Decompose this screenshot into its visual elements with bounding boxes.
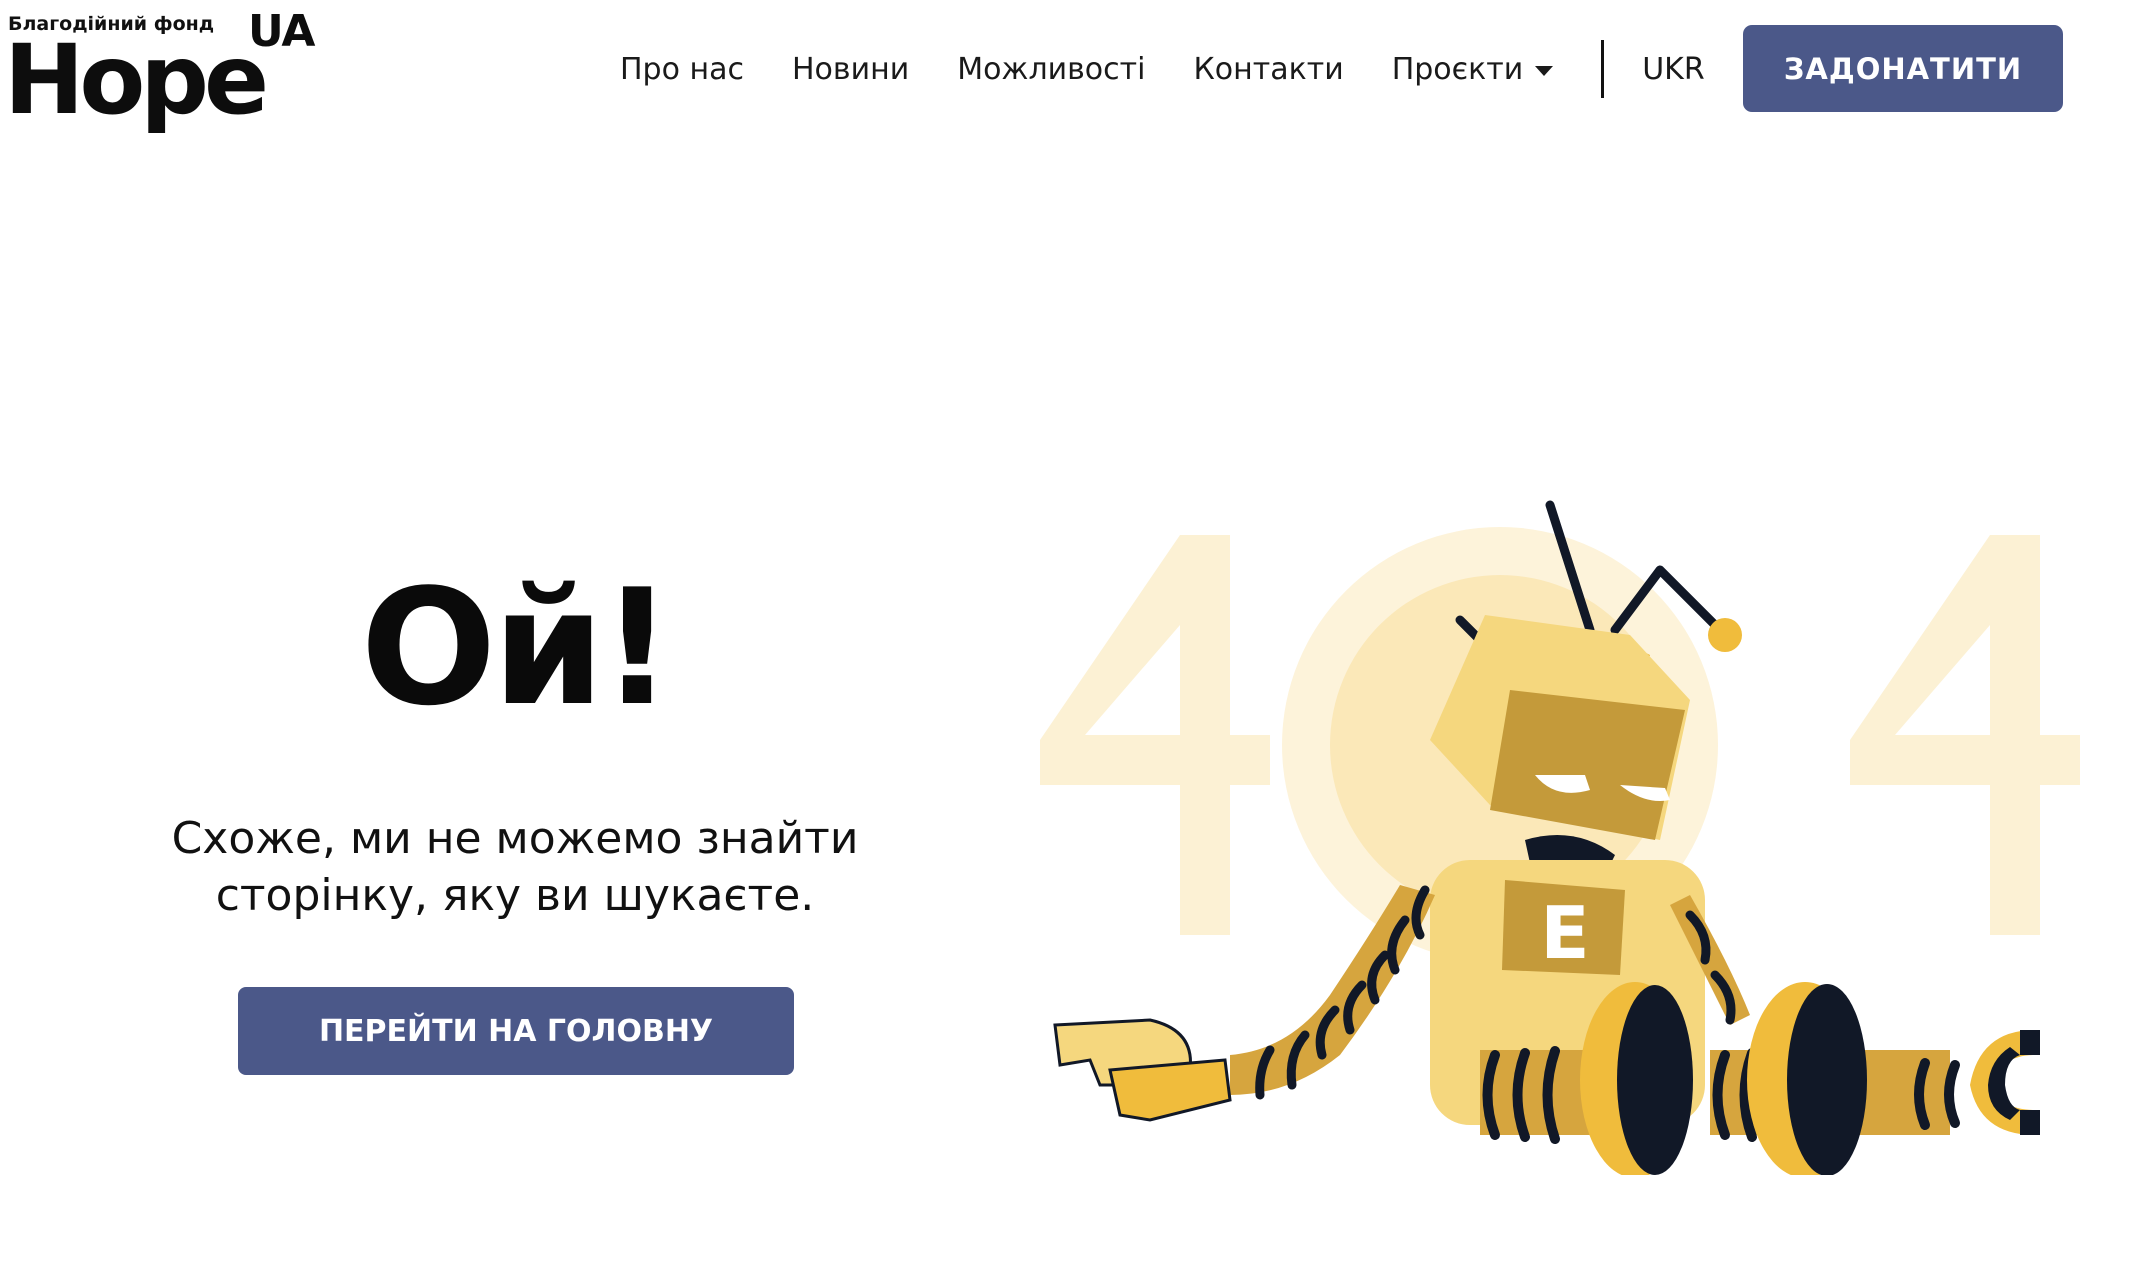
digit-four-left (1040, 535, 1270, 935)
robot-claw-right-tip-bottom (2020, 1110, 2040, 1135)
language-switcher[interactable]: UKR (1642, 52, 1704, 87)
antenna-tip (1708, 618, 1742, 652)
robot-foot-right-sole (1787, 984, 1867, 1175)
robot-claw-left-lower (1108, 1058, 1232, 1122)
go-home-button[interactable]: ПЕРЕЙТИ НА ГОЛОВНУ (238, 987, 794, 1075)
error-message-line-2: сторінку, яку ви шукаєте. (215, 870, 815, 921)
robot-claw-right-tip-top (2020, 1030, 2040, 1055)
error-message: Схоже, ми не можемо знайти сторінку, яку… (130, 810, 900, 924)
404-robot-illustration: E (1040, 500, 2080, 1175)
robot-badge-letter: E (1540, 891, 1589, 975)
nav-item-projects-label: Проєкти (1391, 51, 1524, 87)
main-nav: Про нас Новини Можливості Контакти Проєк… (620, 40, 1705, 98)
logo[interactable]: Благодійний фонд Hope UA (4, 6, 328, 135)
nav-item-opportunities[interactable]: Можливості (957, 52, 1145, 87)
nav-item-news[interactable]: Новини (792, 52, 909, 87)
nav-divider (1601, 40, 1605, 98)
donate-button[interactable]: ЗАДОНАТИТИ (1743, 25, 2063, 112)
nav-item-projects[interactable]: Проєкти (1392, 52, 1554, 87)
logo-wordmark: Hope (4, 24, 269, 136)
robot-foot-left-sole (1617, 985, 1693, 1175)
nav-item-about[interactable]: Про нас (620, 52, 744, 87)
logo-suffix: UA (248, 6, 315, 57)
error-message-line-1: Схоже, ми не можемо знайти (171, 813, 859, 864)
nav-item-contacts[interactable]: Контакти (1193, 52, 1343, 87)
error-title: Ой! (360, 554, 673, 741)
caret-down-icon (1535, 66, 1554, 76)
page: Благодійний фонд Hope UA Про нас Новини … (0, 0, 2140, 1268)
digit-four-right (1850, 535, 2080, 935)
